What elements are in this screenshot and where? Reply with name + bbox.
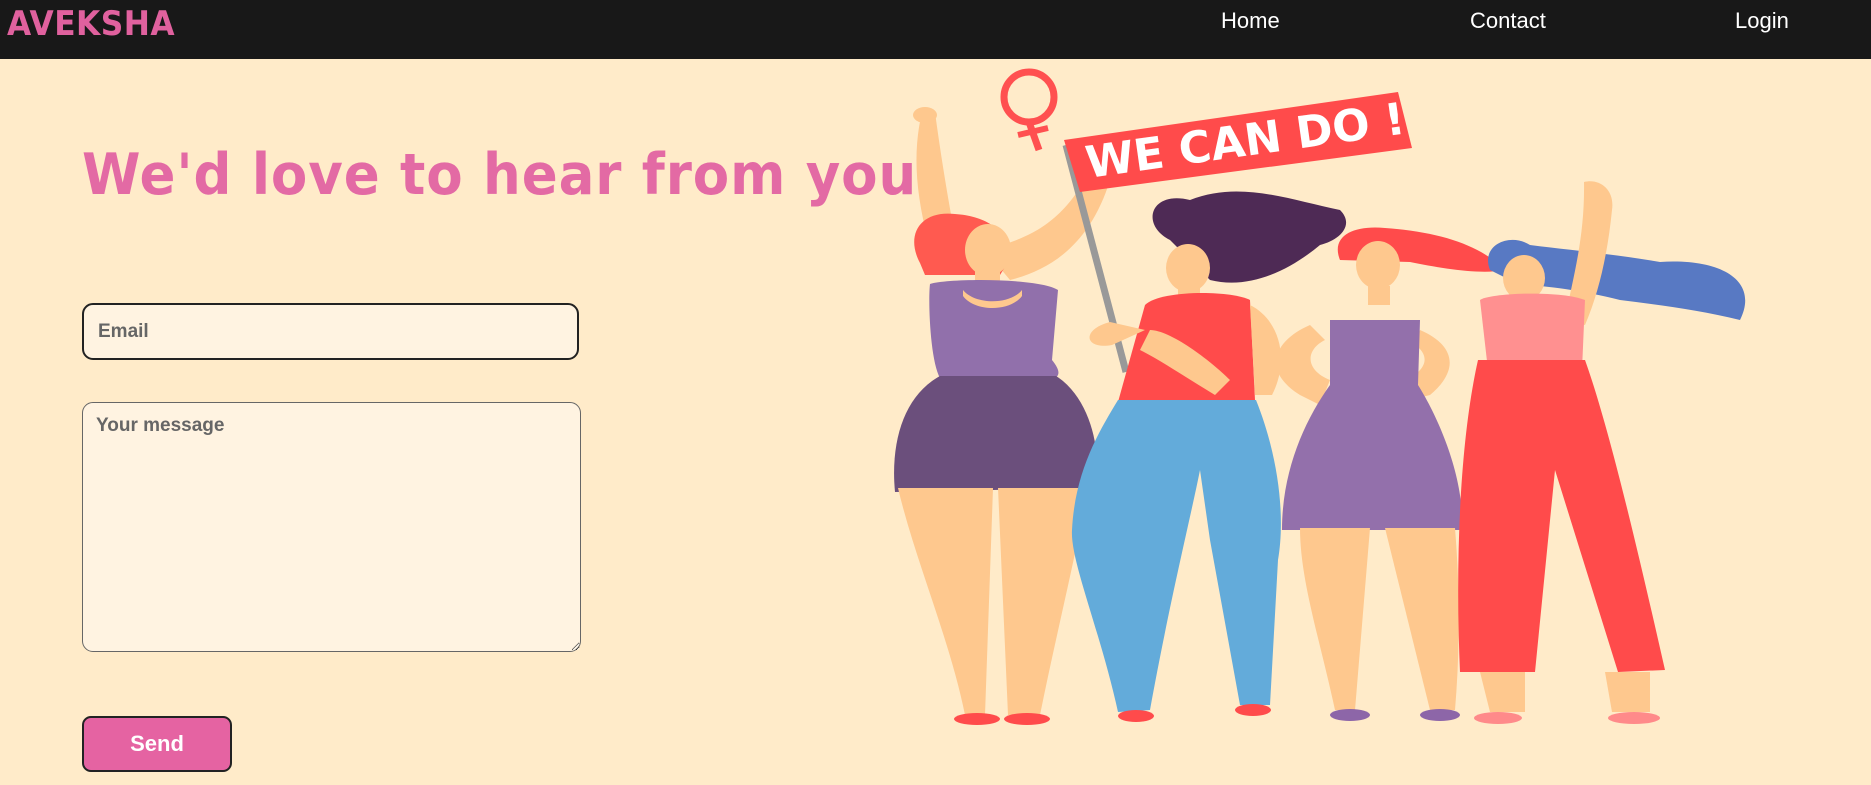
brand-logo[interactable]: AVEKSHA: [7, 4, 175, 44]
nav-link-contact[interactable]: Contact: [1470, 8, 1546, 34]
women-empowerment-illustration: WE CAN DO !: [894, 68, 1746, 725]
send-button[interactable]: Send: [82, 716, 232, 772]
nav-link-home[interactable]: Home: [1221, 8, 1280, 34]
email-field[interactable]: [82, 303, 579, 360]
message-field[interactable]: [82, 402, 581, 652]
nav-link-login[interactable]: Login: [1735, 8, 1789, 34]
page-heading: We'd love to hear from you.: [82, 142, 939, 208]
banner-text: WE CAN DO !: [1082, 94, 1408, 189]
woman-4-figure: [1458, 181, 1746, 724]
navbar: AVEKSHA Home Contact Login: [0, 0, 1871, 59]
